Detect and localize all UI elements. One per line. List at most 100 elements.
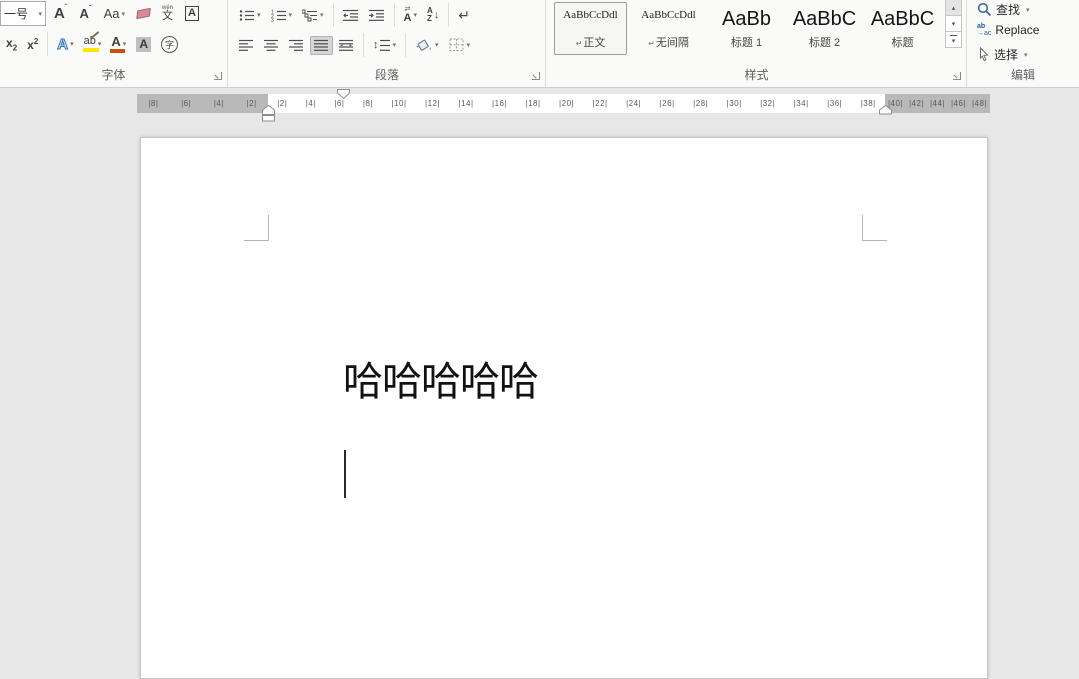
updown-arrow-icon: ↕ [373,39,379,51]
svg-text:3: 3 [271,18,274,22]
ruler-number: |22| [593,99,608,108]
character-shading-button[interactable]: A [132,34,155,55]
ruler-left-margin: |8||6||4||2| [137,94,268,113]
paragraph-dialog-launcher[interactable] [532,72,540,80]
bullet-list-icon [239,9,255,22]
shading-button[interactable]: ▾ [411,35,443,56]
cursor-arrow-icon [977,47,990,62]
increase-indent-button[interactable] [365,6,389,25]
ruler-number: |16| [492,99,507,108]
chevron-down-icon: ▾ [393,41,397,49]
shrink-font-button[interactable]: Aˇ [76,4,96,23]
multilevel-list-button[interactable]: ▾ [298,6,328,25]
paragraph-mark-icon: ↵ [648,39,655,48]
document-text[interactable]: 哈哈哈哈哈 [343,360,538,404]
asian-layout-button[interactable]: ⇄ A ▾ [400,3,421,27]
boxed-a-icon: A [185,6,199,21]
margin-crop-mark-top-left [244,215,269,241]
highlight-color-button[interactable]: ab ▾ [80,33,106,55]
styles-group-label: 样式 [547,66,966,83]
divider [47,32,48,56]
show-formatting-marks-button[interactable]: ↵ [454,5,474,25]
enclose-characters-button[interactable]: 字 [157,33,182,56]
superscript-button[interactable]: x2 [23,34,42,55]
shaded-a-icon: A [136,37,151,52]
edit-group-label: 编辑 [967,66,1079,83]
justify-icon [314,39,329,52]
ruler-number: |18| [526,99,541,108]
left-indent-marker[interactable] [262,105,275,122]
style-item-no-spacing[interactable]: AaBbCcDdl ↵无间隔 [632,2,705,55]
asian-layout-icon: ⇄ A [404,6,412,24]
right-indent-marker[interactable] [879,105,892,115]
ruler-text-area: |2||4||6||8||10||12||14||16||18||20||22|… [268,94,885,113]
change-case-button[interactable]: Aa ▾ [100,3,129,24]
ruler-number: |4| [306,99,316,108]
ruler-number: |38| [861,99,876,108]
font-dialog-launcher[interactable] [214,72,222,80]
ruler-number: |6| [181,99,191,108]
text-cursor [344,450,346,498]
numbered-list-icon: 123 [271,9,287,22]
ruler-number: |20| [559,99,574,108]
divider [394,3,395,27]
paragraph-group: ▾ 123 ▾ ▾ [229,0,546,87]
ribbon: 一号 ▾ Aˆ Aˇ Aa ▾ wén 文 [0,0,1079,88]
replace-button[interactable]: ab →ac Replace [977,23,1039,37]
justify-button[interactable] [310,36,333,55]
ruler-number: |10| [391,99,406,108]
select-button[interactable]: 选择 ▾ [977,46,1028,63]
decrease-indent-icon [343,9,359,22]
ruler-number: |28| [693,99,708,108]
highlighter-icon: ab [84,36,96,52]
character-border-button[interactable]: A [181,3,203,24]
ruler-number: |4| [214,99,224,108]
style-item-title[interactable]: AaBbC 标题 [866,2,939,55]
search-icon [977,2,992,17]
first-line-indent-marker[interactable] [337,89,350,99]
styles-dialog-launcher[interactable] [953,72,961,80]
find-button[interactable]: 查找 ▾ [977,1,1030,18]
line-spacing-button[interactable]: ↕ ▾ [369,36,400,55]
style-sample: AaBbCcDdl [563,9,617,21]
chevron-down-icon: ▾ [121,10,125,18]
ruler-number: |8| [148,99,158,108]
chevron-down-icon: ▾ [952,20,956,28]
subscript-button[interactable]: x2 [2,33,21,55]
text-effects-button[interactable]: A ▾ [53,33,77,56]
font-size-combobox[interactable]: 一号 ▾ [0,1,46,26]
font-color-icon: A [111,35,120,53]
align-right-button[interactable] [285,36,308,55]
align-left-button[interactable] [235,36,258,55]
font-color-button[interactable]: A ▾ [107,32,130,56]
numbering-button[interactable]: 123 ▾ [267,6,297,25]
sort-button[interactable]: AZ ↓ [423,4,443,26]
bullets-button[interactable]: ▾ [235,6,265,25]
gallery-more-button[interactable]: ▾ [945,31,962,48]
style-label: ↵正文 [576,34,606,50]
margin-crop-mark-top-right [862,215,887,241]
style-item-heading1[interactable]: AaBb 标题 1 [710,2,783,55]
chevron-down-icon: ▾ [123,40,127,48]
phonetic-guide-button[interactable]: wén 文 [158,2,177,25]
style-sample: AaBbC [871,9,934,29]
ruler-number: |14| [459,99,474,108]
ruler-number: |24| [626,99,641,108]
gallery-scroll-down-button[interactable]: ▾ [945,15,962,32]
decrease-indent-button[interactable] [339,6,363,25]
borders-button[interactable]: ▾ [445,35,475,55]
enclosed-character-icon: 字 [161,36,178,53]
distribute-text-button[interactable] [335,36,358,55]
multilevel-list-icon [302,9,318,22]
clear-formatting-button[interactable] [133,6,154,21]
align-center-button[interactable] [260,36,283,55]
ruler-number: |44| [930,99,945,108]
gallery-scroll-up-button[interactable]: ▴ [945,0,962,16]
document-page[interactable]: 哈哈哈哈哈 [140,137,988,679]
chevron-down-icon: ▾ [98,40,102,48]
grow-font-button[interactable]: Aˆ [50,3,72,24]
text-effects-icon: A [57,36,68,53]
eraser-icon [136,8,151,20]
style-item-normal[interactable]: AaBbCcDdl ↵正文 [554,2,627,55]
style-item-heading2[interactable]: AaBbC 标题 2 [788,2,861,55]
